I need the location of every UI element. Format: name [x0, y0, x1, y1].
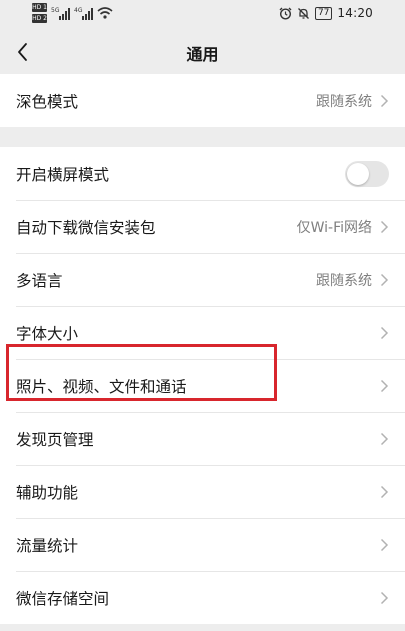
net1-label: 5G — [51, 7, 60, 14]
page-title: 通用 — [186, 45, 219, 64]
row-value: 跟随系统 — [316, 272, 372, 289]
row-value: 仅Wi-Fi网络 — [296, 219, 372, 236]
toggle-knob — [347, 162, 369, 185]
group-separator — [0, 127, 405, 147]
chevron-right-icon — [380, 220, 389, 234]
hd1-badge: HD 1 — [32, 3, 47, 12]
signal-4g-icon: 4G — [74, 7, 93, 20]
row-font-size[interactable]: 字体大小 — [0, 306, 405, 359]
hd2-badge: HD 2 — [32, 14, 47, 23]
chevron-right-icon — [380, 94, 389, 108]
status-right: 77 14:20 — [279, 6, 373, 20]
wifi-icon — [97, 7, 113, 19]
clock: 14:20 — [337, 6, 373, 20]
row-discover-management[interactable]: 发现页管理 — [0, 412, 405, 465]
row-auto-download[interactable]: 自动下载微信安装包 仅Wi-Fi网络 — [0, 200, 405, 253]
row-value: 跟随系统 — [316, 93, 372, 110]
row-label: 流量统计 — [16, 536, 79, 555]
chevron-right-icon — [380, 379, 389, 393]
net2-label: 4G — [74, 7, 83, 14]
chevron-right-icon — [380, 432, 389, 446]
row-label: 多语言 — [16, 271, 63, 290]
status-bar: HD 1 HD 2 5G 4G 77 14:20 — [0, 0, 405, 30]
row-label: 辅助功能 — [16, 483, 79, 502]
alarm-icon — [279, 7, 292, 20]
chevron-right-icon — [380, 273, 389, 287]
row-dark-mode[interactable]: 深色模式 跟随系统 — [0, 74, 405, 127]
chevron-right-icon — [380, 538, 389, 552]
settings-group-general: 开启横屏模式 自动下载微信安装包 仅Wi-Fi网络 多语言 跟随系统 字体大小 … — [0, 147, 405, 624]
row-landscape-mode: 开启横屏模式 — [0, 147, 405, 200]
signal-5g-icon: 5G — [51, 7, 70, 20]
row-label: 照片、视频、文件和通话 — [16, 377, 187, 396]
row-accessibility[interactable]: 辅助功能 — [0, 465, 405, 518]
row-label: 开启横屏模式 — [16, 165, 110, 184]
chevron-right-icon — [380, 485, 389, 499]
chevron-right-icon — [380, 591, 389, 605]
row-label: 发现页管理 — [16, 430, 94, 449]
row-storage[interactable]: 微信存储空间 — [0, 571, 405, 624]
landscape-toggle[interactable] — [345, 160, 389, 187]
chevron-right-icon — [380, 326, 389, 340]
row-photos-videos-files-calls[interactable]: 照片、视频、文件和通话 — [0, 359, 405, 412]
row-label: 深色模式 — [16, 92, 79, 111]
row-label: 字体大小 — [16, 324, 79, 343]
row-language[interactable]: 多语言 跟随系统 — [0, 253, 405, 306]
row-label: 自动下载微信安装包 — [16, 218, 156, 237]
nav-header: 通用 — [0, 30, 405, 74]
battery-indicator: 77 — [314, 6, 333, 20]
row-data-usage[interactable]: 流量统计 — [0, 518, 405, 571]
mute-bell-icon — [297, 7, 309, 19]
settings-group-display: 深色模式 跟随系统 — [0, 74, 405, 127]
row-label: 微信存储空间 — [16, 589, 110, 608]
